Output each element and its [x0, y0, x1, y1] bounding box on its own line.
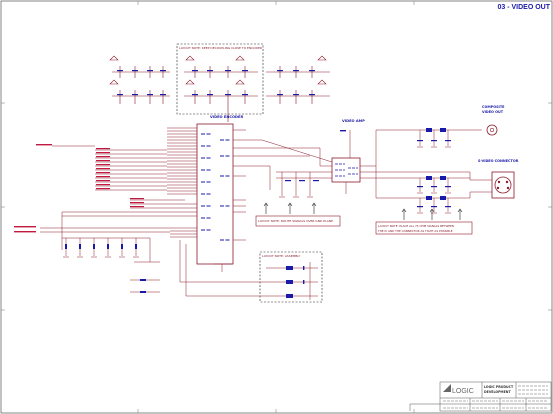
svideo-pins — [496, 180, 510, 190]
encoder-pins-left — [167, 127, 197, 238]
pullup-resistors — [62, 237, 160, 293]
note-75ohm-2: THE IC AND THE CONNECTOR AS TIGHT AS POS… — [377, 229, 453, 233]
note-decoupling: LAYOUT NOTE: KEEP DECOUPLING CLOSE TO EN… — [179, 46, 262, 50]
frame-ticks — [1, 1, 552, 413]
assembly-wiring — [179, 240, 318, 300]
schematic-sheet: LAYOUT NOTE: KEEP DECOUPLING CLOSE TO EN… — [0, 0, 553, 414]
output-filters — [410, 129, 492, 212]
title-block-line2: DEVELOPMENT — [484, 390, 511, 394]
note-75ohm-1: LAYOUT NOTE: PLACE ALL 75 OHM SIGNALS BE… — [378, 224, 454, 228]
gnd-symbols — [63, 146, 451, 258]
amp-wiring — [246, 129, 410, 199]
encoder-pin-text — [201, 133, 230, 241]
amp-pin-text — [335, 163, 358, 177]
label-video-encoder: VIDEO ENCODER — [210, 115, 243, 119]
sheet-border — [0, 0, 553, 414]
decoupling-caps — [117, 70, 315, 96]
label-composite-2: VIDEO OUT — [482, 110, 504, 114]
note-arrows-left — [263, 202, 317, 214]
logic-logo-icon: LOGIC — [443, 384, 474, 395]
bus-net-labels — [14, 144, 144, 233]
note-box-decoupling — [176, 43, 264, 115]
data-bus — [40, 145, 185, 250]
rca-jack-inner — [489, 127, 495, 133]
label-video-amp: VIDEO AMP — [342, 119, 365, 123]
resistor-bodies — [65, 244, 146, 293]
sheet-title: 03 - VIDEO OUT — [497, 4, 550, 11]
amp-components — [285, 130, 346, 182]
svideo-jack — [494, 176, 512, 194]
note-assembly: LAYOUT NOTE: ASSEMBLY — [262, 254, 301, 258]
logo-wordmark: LOGIC — [452, 388, 474, 395]
rca-jack-outer — [486, 124, 498, 136]
title-block-line1: LOGIC PRODUCT — [484, 385, 514, 389]
title-block — [409, 381, 552, 412]
note-signals: LAYOUT NOTE: ROUTE SIGNALS OVER GND PLAN… — [258, 219, 333, 223]
label-svideo: S-VIDEO CONNECTOR — [478, 159, 519, 163]
note-arrows-right — [401, 208, 463, 220]
encoder-pins-right — [233, 129, 262, 241]
label-composite-1: COMPOSITE — [482, 105, 505, 109]
